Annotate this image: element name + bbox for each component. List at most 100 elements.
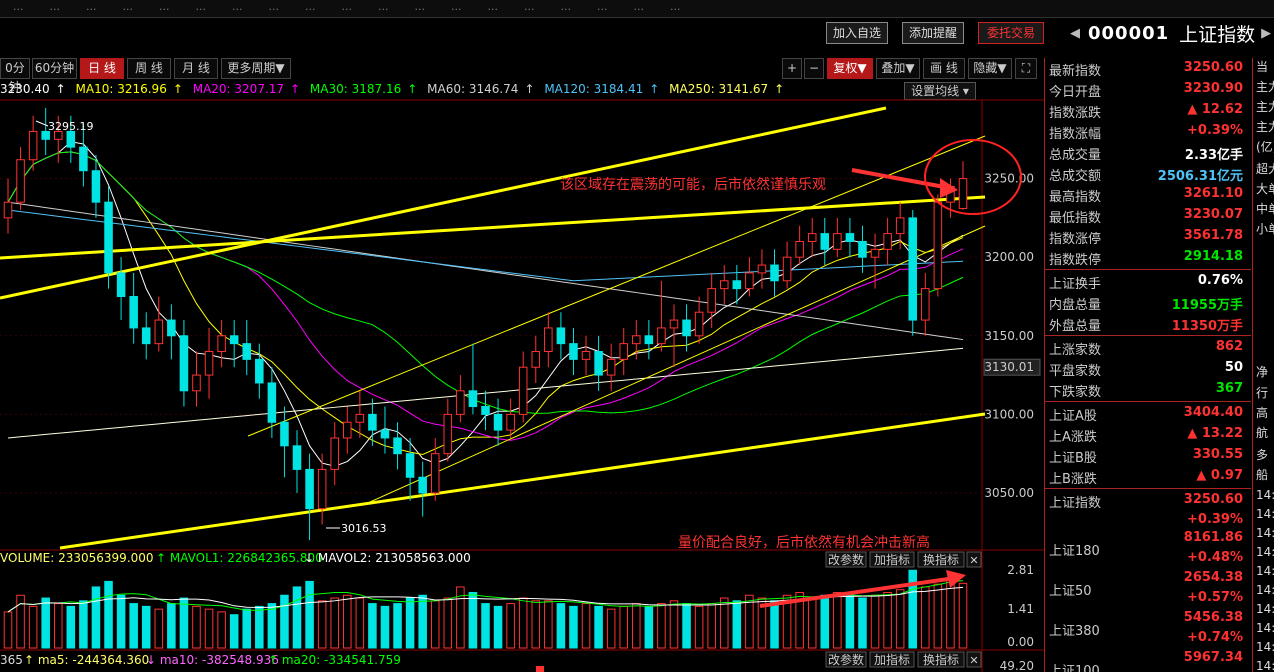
quote-value: 0.76% [1197,273,1243,288]
side-label: 14:5 [1256,564,1274,578]
index-row[interactable]: 上证380 5456.38 +0.74% [1049,610,1247,645]
indicator-button-label: 加指标 [874,652,910,667]
candle-body [192,374,201,392]
candle-body [255,358,264,384]
quote-value: ▲ 13.22 [1187,426,1243,441]
volume-bar [870,594,880,649]
candle-body [292,445,302,470]
price-tick-label: 3200.00 [984,250,1034,264]
quote-value: 2914.18 [1183,249,1243,264]
low-marker-label: 3016.53 [341,522,387,535]
volume-bar [229,614,239,649]
quote-label: 上证B股 [1049,451,1097,466]
candle-body [820,233,830,250]
index-row[interactable]: 上证50 2654.38 +0.57% [1049,570,1247,605]
candle-body [28,130,38,161]
index-label: 上证380 [1049,624,1100,639]
side-label: 当 [1256,60,1269,74]
candle-body [79,146,88,172]
side-label: 小单 [1256,222,1274,236]
volume-bar [644,605,654,649]
volume-bar [719,597,729,649]
quote-row: 指数涨跌 ▲ 12.62 [1049,100,1247,121]
side-label: 主力 [1256,80,1274,94]
index-change: +0.39% [1187,512,1243,527]
candle-body [204,351,214,376]
quote-label: 上证A股 [1049,409,1097,424]
candle-body [958,178,968,209]
candle-body [732,280,742,290]
candle-body [104,201,113,274]
candle-body [154,319,164,345]
stock-name: 上证指数 [1179,23,1256,46]
quote-label: 内盘总量 [1049,298,1102,313]
candle-body [242,343,252,360]
index-row[interactable]: 上证指数 3250.60 +0.39% [1049,490,1247,527]
volume-bar [167,603,176,649]
candle-body [141,327,151,345]
quote-value: +0.39% [1187,123,1243,138]
side-label: 中单 [1256,202,1274,216]
candle-body [845,233,855,242]
candle-body [380,429,390,439]
quote-row: 上证B股 330.55 [1049,445,1247,466]
candle-body [669,319,679,329]
candle-body [518,366,528,415]
quote-label: 指数涨停 [1049,232,1102,247]
candle-body [606,358,616,376]
candle-body [506,413,515,431]
quote-row: 指数涨停 3561.78 [1049,226,1247,247]
volume-bar [129,603,138,649]
quote-label: 总成交额 [1049,169,1102,184]
prev-stock-icon[interactable]: ◀ [1070,26,1080,41]
indicator-bar [536,666,544,672]
volume-bar [330,597,339,649]
candle-body [644,335,654,345]
volume-bar [255,605,264,649]
candle-body [619,343,628,360]
side-label: (亿) [1256,140,1274,154]
volume-bar [632,603,641,649]
quote-row: 平盘家数 50 [1049,358,1247,379]
volume-bar [53,603,63,649]
volume-bar [544,600,553,649]
quote-label: 外盘总量 [1049,319,1102,334]
index-change: +0.48% [1187,550,1243,565]
candle-body [66,130,76,148]
quote-row: 今日开盘 3230.90 [1049,79,1247,100]
candle-body [933,201,943,290]
quote-label: 最低指数 [1049,211,1102,226]
volume-bar [405,597,415,649]
quote-label: 上B涨跌 [1049,472,1097,487]
quote-row: 上B涨跌 ▲ 0.97 [1049,466,1247,487]
quote-value: ▲ 0.97 [1196,468,1243,483]
index-value: 5456.38 [1183,610,1243,625]
quote-value: ▲ 12.62 [1187,102,1243,117]
candle-body [129,295,138,329]
high-marker-label: 3295.19 [48,120,94,133]
bottom-ma20-legend: ↑ ma20: -334541.759 [268,653,401,667]
index-row[interactable]: 上证180 8161.86 +0.48% [1049,530,1247,565]
index-row[interactable]: 上证100 5967.34 [1049,650,1247,672]
next-stock-icon[interactable]: ▶ [1261,26,1271,41]
side-label: 大单 [1256,182,1274,196]
quote-row: 下跌家数 367 [1049,379,1247,400]
volume-bar [355,597,365,649]
volume-bar [393,603,402,649]
candle-body [858,240,867,258]
price-tick-label: 3130.01 [984,360,1034,374]
kline-chart[interactable]: 3250.00 3200.00 3150.00 3130.01 3100.00 3050.… [0,0,1044,672]
volume-bar [569,605,578,649]
quote-label: 上A涨跌 [1049,430,1097,445]
index-label: 上证180 [1049,544,1100,559]
quote-label: 下跌家数 [1049,385,1102,400]
stock-code: 000001 [1088,22,1170,44]
candle-body [179,335,189,392]
candle-body [782,256,792,282]
candle-body [217,335,226,353]
panel-divider [1045,401,1251,402]
indicator-button-label: 改参数 [828,652,864,667]
quote-row: 指数跌停 2914.18 [1049,247,1247,268]
volume-legend: VOLUME: 233056399.000 [0,551,154,565]
candle-body [229,335,239,345]
